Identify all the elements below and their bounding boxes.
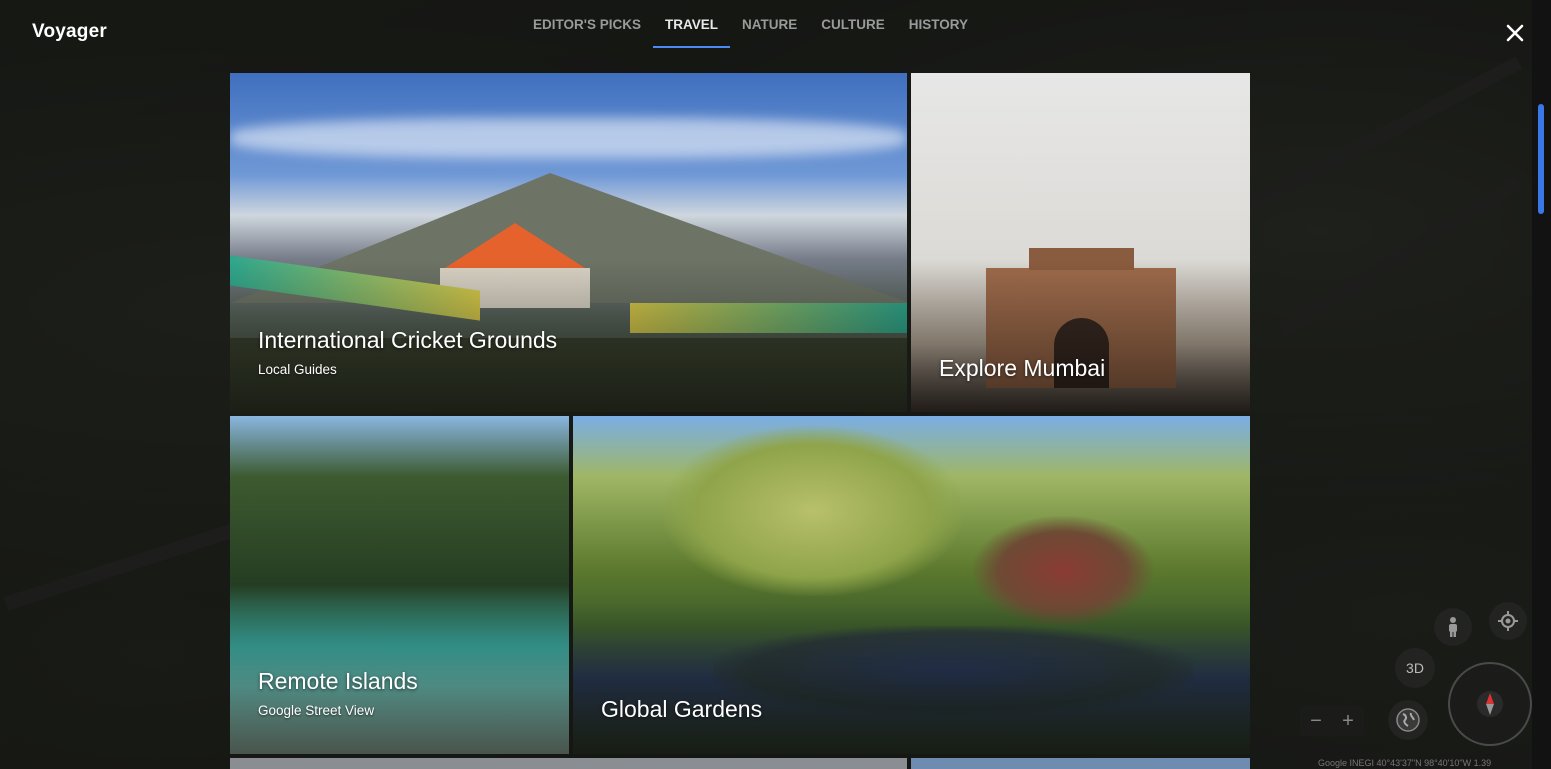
zoom-control: − + bbox=[1300, 706, 1364, 736]
card-subtitle: Google Street View bbox=[258, 703, 375, 718]
tab-nature[interactable]: NATURE bbox=[730, 0, 809, 48]
voyager-header: Voyager EDITOR'S PICKS TRAVEL NATURE CUL… bbox=[0, 0, 1551, 64]
tab-bar: EDITOR'S PICKS TRAVEL NATURE CULTURE HIS… bbox=[521, 0, 980, 50]
three-d-button[interactable]: 3D bbox=[1395, 648, 1435, 688]
my-location-icon[interactable] bbox=[1489, 602, 1527, 640]
card-global-gardens[interactable]: Global Gardens bbox=[573, 416, 1250, 754]
compass-icon[interactable] bbox=[1448, 662, 1532, 746]
tab-editors-picks[interactable]: EDITOR'S PICKS bbox=[521, 0, 653, 48]
card-title: International Cricket Grounds bbox=[258, 327, 558, 353]
card-international-cricket-grounds[interactable]: International Cricket Grounds Local Guid… bbox=[230, 73, 907, 412]
close-button[interactable] bbox=[1502, 20, 1528, 46]
card-subtitle: Local Guides bbox=[258, 362, 337, 377]
pegman-icon[interactable] bbox=[1434, 608, 1472, 646]
card-title: Remote Islands bbox=[258, 668, 418, 694]
close-icon bbox=[1506, 24, 1524, 42]
card-partial[interactable] bbox=[911, 758, 1250, 769]
card-partial[interactable] bbox=[230, 758, 907, 769]
globe-icon[interactable] bbox=[1388, 700, 1428, 740]
card-explore-mumbai[interactable]: Explore Mumbai bbox=[911, 73, 1250, 412]
tab-culture[interactable]: CULTURE bbox=[809, 0, 897, 48]
tab-history[interactable]: HISTORY bbox=[897, 0, 980, 48]
tab-travel[interactable]: TRAVEL bbox=[652, 0, 730, 48]
zoom-in-button[interactable]: + bbox=[1342, 710, 1354, 733]
three-d-label: 3D bbox=[1406, 660, 1424, 676]
map-attribution: Google INEGI 40°43'37"N 98°40'10"W 1.39 bbox=[1318, 758, 1492, 768]
app-title: Voyager bbox=[32, 21, 107, 42]
card-remote-islands[interactable]: Remote Islands Google Street View bbox=[230, 416, 569, 754]
scrollbar-thumb[interactable] bbox=[1538, 104, 1544, 214]
zoom-out-button[interactable]: − bbox=[1310, 710, 1322, 733]
card-title: Explore Mumbai bbox=[939, 355, 1106, 381]
card-title: Global Gardens bbox=[601, 696, 763, 722]
